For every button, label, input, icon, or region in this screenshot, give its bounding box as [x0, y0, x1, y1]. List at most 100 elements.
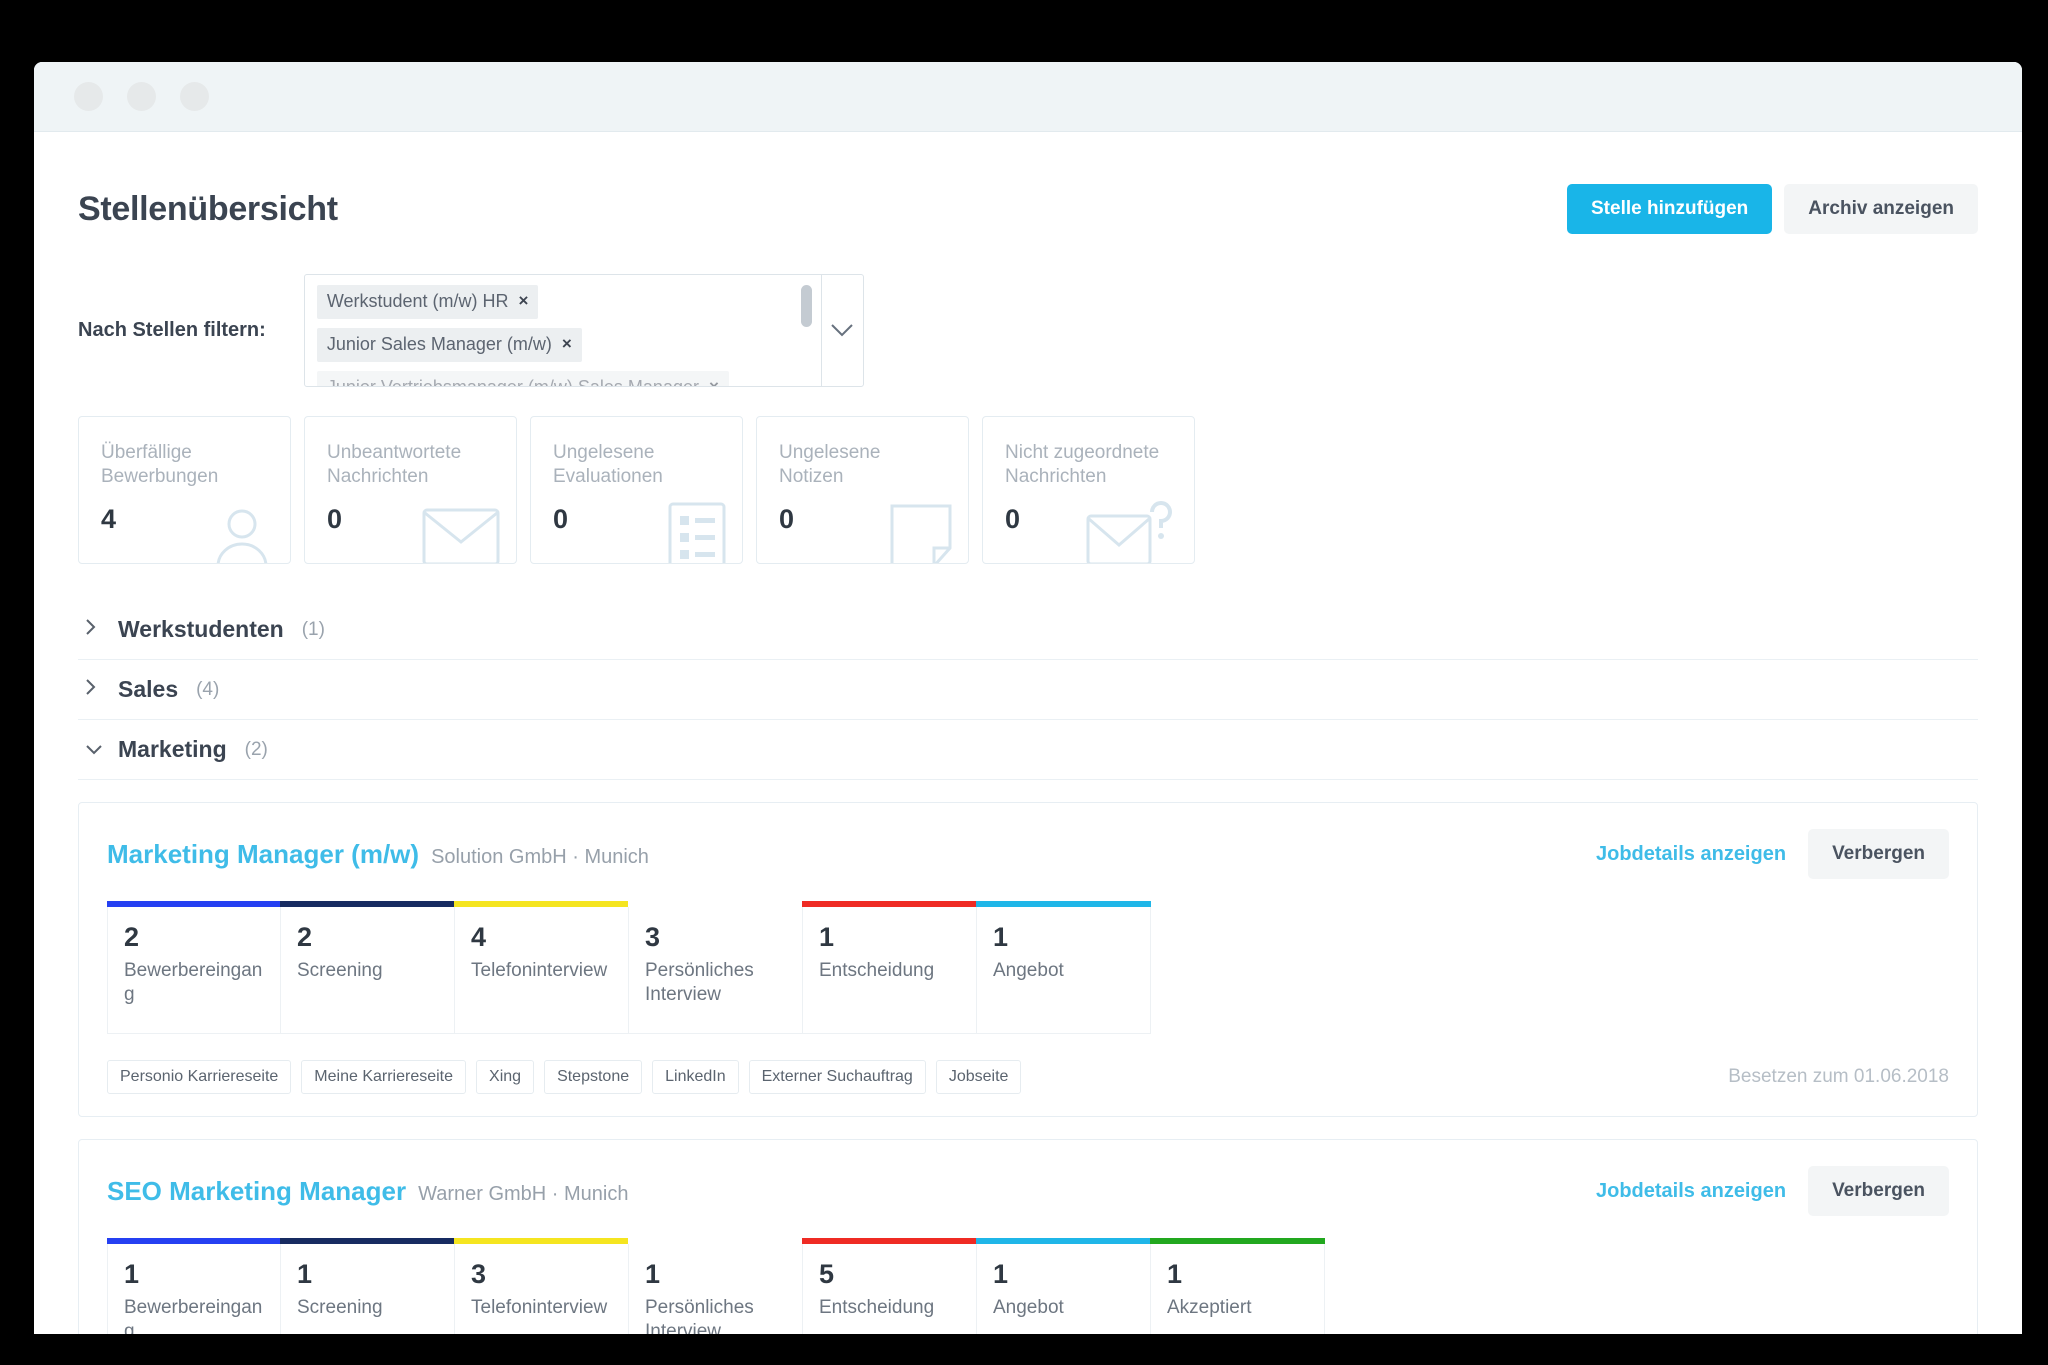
pipeline-stage[interactable]: 1 Angebot	[976, 1238, 1151, 1334]
stage-color-bar	[976, 901, 1151, 907]
stage-label: Bewerbereingang	[124, 1297, 263, 1334]
maximize-dot[interactable]	[180, 82, 209, 111]
filter-tag[interactable]: Junior Vertriebsmanager (m/w) Sales Mana…	[316, 370, 729, 386]
pipeline-stage[interactable]: 2 Screening	[280, 901, 455, 1034]
checklist-icon	[668, 502, 726, 563]
close-icon[interactable]: ×	[709, 377, 719, 386]
filter-tag[interactable]: Werkstudent (m/w) HR ×	[316, 284, 539, 319]
filter-tag-label: Werkstudent (m/w) HR	[326, 290, 509, 311]
pipeline-stage[interactable]: 3 Telefoninterview	[454, 1238, 629, 1334]
job-group-label: Marketing	[118, 736, 227, 762]
job-group-count: (1)	[301, 618, 325, 640]
job-title-link[interactable]: SEO Marketing Manager	[107, 1176, 406, 1207]
channel-tag[interactable]: Externer Suchauftrag	[748, 1060, 926, 1094]
job-group-accordion: Werkstudenten (1) Sales (4) Marketing (2…	[78, 600, 1978, 780]
pipeline-stage[interactable]: 1 Persönliches Interview	[628, 1238, 803, 1334]
stage-color-bar	[454, 1238, 629, 1244]
page-header: Stellenübersicht Stelle hinzufügen Archi…	[78, 132, 1978, 234]
channel-tag[interactable]: Personio Karriereseite	[107, 1060, 292, 1094]
close-icon[interactable]: ×	[562, 334, 572, 354]
chevron-right-icon	[86, 618, 100, 641]
pipeline-stage[interactable]: 1 Angebot	[976, 901, 1151, 1034]
job-details-link[interactable]: Jobdetails anzeigen	[1596, 843, 1786, 866]
stage-count: 1	[819, 922, 835, 952]
stage-count: 3	[471, 1259, 487, 1289]
job-fill-date: Besetzen zum 01.06.2018	[1728, 1066, 1949, 1087]
hide-job-button[interactable]: Verbergen	[1808, 1166, 1949, 1216]
stage-color-bar	[107, 901, 281, 907]
minimize-dot[interactable]	[127, 82, 156, 111]
pipeline-stage[interactable]: 3 Persönliches Interview	[628, 901, 803, 1034]
hide-job-button[interactable]: Verbergen	[1808, 829, 1949, 879]
stage-label: Entscheidung	[819, 960, 935, 981]
chevron-down-icon	[86, 739, 102, 761]
job-filter-multiselect[interactable]: Werkstudent (m/w) HR × Junior Sales Mana…	[303, 273, 864, 387]
browser-window: Stellenübersicht Stelle hinzufügen Archi…	[34, 62, 2022, 1334]
stage-color-bar	[628, 1238, 803, 1244]
channel-tag[interactable]: Meine Karriereseite	[301, 1060, 467, 1094]
stage-color-bar	[1150, 1238, 1325, 1244]
job-card: SEO Marketing Manager Warner GmbH · Muni…	[78, 1139, 1978, 1334]
stage-color-bar	[802, 901, 977, 907]
stage-label: Entscheidung	[819, 1297, 935, 1318]
job-card: Marketing Manager (m/w) Solution GmbH · …	[78, 802, 1978, 1117]
pipeline-stage[interactable]: 1 Bewerbereingang	[107, 1238, 281, 1334]
stage-label: Akzeptiert	[1167, 1297, 1252, 1318]
kpi-card-row: Überfällige Bewerbungen 4 Unbeantwortete…	[78, 416, 1978, 564]
note-icon	[890, 504, 952, 563]
job-company-location: Solution GmbH · Munich	[431, 845, 649, 868]
kpi-card-unread-notes[interactable]: Ungelesene Notizen 0	[756, 416, 969, 564]
scrollbar-thumb[interactable]	[800, 284, 812, 327]
stage-color-bar	[628, 901, 803, 907]
filter-tag-label: Junior Sales Manager (m/w)	[326, 333, 552, 354]
stage-label: Persönliches Interview	[645, 1297, 754, 1334]
stage-label: Angebot	[993, 1297, 1064, 1318]
kpi-card-unanswered-messages[interactable]: Unbeantwortete Nachrichten 0	[304, 416, 517, 564]
stage-count: 1	[993, 922, 1009, 952]
browser-chrome	[34, 62, 2022, 132]
kpi-label: Ungelesene Evaluationen	[553, 442, 663, 487]
pipeline-stage[interactable]: 2 Bewerbereingang	[107, 901, 281, 1034]
kpi-label: Ungelesene Notizen	[779, 442, 881, 487]
chevron-down-icon[interactable]	[820, 274, 863, 386]
job-group-label: Sales	[118, 676, 179, 702]
job-details-link[interactable]: Jobdetails anzeigen	[1596, 1180, 1786, 1203]
close-icon[interactable]: ×	[519, 291, 529, 311]
pipeline-stage[interactable]: 1 Entscheidung	[802, 901, 977, 1034]
chevron-right-icon	[86, 678, 100, 701]
channel-tag[interactable]: LinkedIn	[652, 1060, 739, 1094]
channel-tag[interactable]: Xing	[476, 1060, 535, 1094]
job-title-link[interactable]: Marketing Manager (m/w)	[107, 839, 419, 870]
page-title: Stellenübersicht	[78, 189, 338, 228]
job-group-count: (4)	[196, 678, 220, 700]
job-group-werkstudenten[interactable]: Werkstudenten (1)	[78, 600, 1978, 660]
channel-tag[interactable]: Stepstone	[544, 1060, 643, 1094]
envelope-icon	[422, 506, 500, 563]
pipeline-stage[interactable]: 4 Telefoninterview	[454, 901, 629, 1034]
kpi-card-unread-evaluations[interactable]: Ungelesene Evaluationen 0	[530, 416, 743, 564]
job-group-sales[interactable]: Sales (4)	[78, 660, 1978, 720]
show-archive-button[interactable]: Archiv anzeigen	[1784, 184, 1978, 234]
add-job-button[interactable]: Stelle hinzufügen	[1567, 184, 1773, 234]
stage-color-bar	[454, 901, 629, 907]
stage-color-bar	[280, 1238, 455, 1244]
stage-label: Persönliches Interview	[645, 960, 754, 1006]
job-card-header: SEO Marketing Manager Warner GmbH · Muni…	[107, 1166, 1949, 1216]
job-title-wrap: Marketing Manager (m/w) Solution GmbH · …	[107, 839, 649, 870]
header-actions: Stelle hinzufügen Archiv anzeigen	[1567, 184, 1978, 234]
pipeline-stage[interactable]: 1 Screening	[280, 1238, 455, 1334]
close-dot[interactable]	[74, 82, 103, 111]
filter-scrollbar[interactable]	[793, 275, 821, 386]
stage-label: Bewerbereingang	[124, 960, 263, 1006]
filter-tag[interactable]: Junior Sales Manager (m/w) ×	[316, 327, 582, 362]
kpi-card-overdue-applications[interactable]: Überfällige Bewerbungen 4	[78, 416, 291, 564]
pipeline-stage[interactable]: 1 Akzeptiert	[1150, 1238, 1325, 1334]
kpi-value: 4	[101, 504, 117, 534]
page-content: Stellenübersicht Stelle hinzufügen Archi…	[34, 132, 2022, 1334]
job-card-actions: Jobdetails anzeigen Verbergen	[1596, 829, 1949, 879]
filter-label: Nach Stellen filtern:	[78, 318, 266, 341]
kpi-card-unassigned-messages[interactable]: Nicht zugeordnete Nachrichten 0	[982, 416, 1195, 564]
job-group-marketing[interactable]: Marketing (2)	[78, 720, 1978, 780]
pipeline-stage[interactable]: 5 Entscheidung	[802, 1238, 977, 1334]
channel-tag[interactable]: Jobseite	[935, 1060, 1022, 1094]
